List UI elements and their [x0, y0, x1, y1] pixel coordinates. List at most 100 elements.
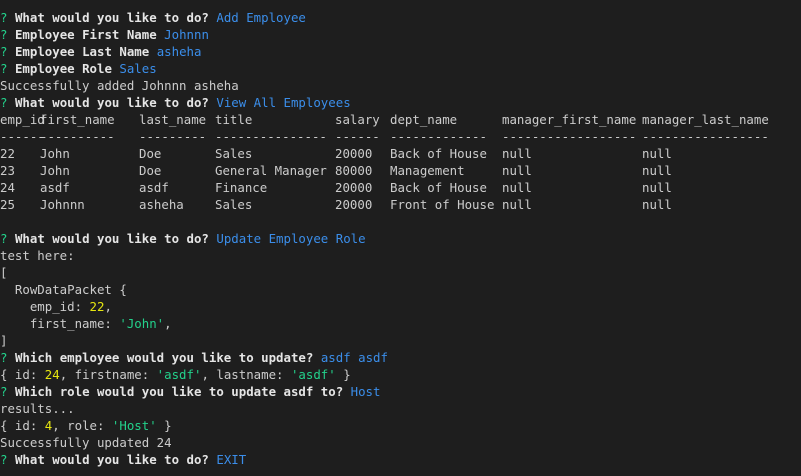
prompt-line-role: ? Employee Role Sales [0, 60, 801, 77]
table-cell: John [40, 146, 70, 161]
object-close: } [156, 418, 172, 433]
table-header-cell: title [215, 112, 253, 127]
table-cell: General Manager [215, 163, 327, 178]
table-row: 24 asdf asdf Finance 20000 Back of House… [0, 179, 801, 196]
object-key: emp_id: [0, 299, 90, 314]
object-number: 22 [89, 299, 105, 314]
prompt-marker: ? [0, 452, 8, 467]
object-key: , lastname: [201, 367, 291, 382]
table-cell: 23 [0, 163, 15, 178]
log-line: results... [0, 401, 75, 416]
success-message: Successfully added Johnnn asheha [0, 78, 239, 93]
table-cell: 80000 [335, 163, 373, 178]
object-close: } [335, 367, 351, 382]
object-string: 'Host' [111, 418, 157, 433]
prompt-answer: Update Employee Role [216, 231, 366, 246]
table-cell: 20000 [335, 146, 373, 161]
table-cell: 24 [0, 180, 15, 195]
prompt-marker: ? [0, 95, 8, 110]
object-key: { id: [0, 418, 45, 433]
object-key: , role: [52, 418, 112, 433]
table-separator: ------ [335, 129, 380, 144]
table-cell: asdf [40, 180, 70, 195]
prompt-text: What would you like to do? [14, 95, 209, 110]
table-row: 25 Johnnn asheha Sales 20000 Front of Ho… [0, 196, 801, 213]
table-cell: null [642, 180, 672, 195]
prompt-line-action: ? What would you like to do? View All Em… [0, 94, 801, 111]
table-cell: null [502, 197, 532, 212]
prompt-text: What would you like to do? [14, 10, 209, 25]
prompt-text: What would you like to do? [14, 452, 209, 467]
prompt-answer: EXIT [216, 452, 247, 467]
prompt-answer: Host [350, 384, 381, 399]
table-separator: ------------- [390, 129, 487, 144]
log-line: emp_id: 22, [0, 299, 112, 314]
table-cell: 20000 [335, 197, 373, 212]
log-line: [ [0, 265, 8, 280]
prompt-answer: Sales [119, 61, 157, 76]
object-string: 'asdf' [156, 367, 202, 382]
prompt-line-employee: ? Which employee would you like to updat… [0, 349, 801, 366]
table-cell: 25 [0, 197, 15, 212]
log-line: first_name: 'John', [0, 316, 172, 331]
log-line: RowDataPacket { [0, 282, 127, 297]
prompt-line-last-name: ? Employee Last Name asheha [0, 43, 801, 60]
log-line: ] [0, 333, 8, 348]
table-separator: ------ [0, 129, 45, 144]
prompt-answer: asheha [156, 44, 202, 59]
object-string: 'asdf' [290, 367, 336, 382]
table-header-cell: emp_id [0, 112, 45, 127]
table-cell: Doe [139, 163, 162, 178]
table-header-cell: dept_name [390, 112, 458, 127]
object-key: first_name: [0, 316, 120, 331]
table-separator: ----------------- [642, 129, 769, 144]
table-cell: null [642, 163, 672, 178]
prompt-line-first-name: ? Employee First Name Johnnn [0, 26, 801, 43]
table-header-cell: manager_first_name [502, 112, 637, 127]
log-line: { id: 24, firstname: 'asdf', lastname: '… [0, 366, 801, 383]
table-cell: Back of House [390, 180, 487, 195]
table-cell: Johnnn [40, 197, 85, 212]
table-cell: John [40, 163, 70, 178]
table-row: 22 John Doe Sales 20000 Back of House nu… [0, 145, 801, 162]
table-cell: Management [390, 163, 465, 178]
table-header-cell: manager_last_name [642, 112, 769, 127]
prompt-text: Which role would you like to update asdf… [14, 384, 344, 399]
success-message: Successfully updated 24 [0, 435, 172, 450]
prompt-marker: ? [0, 44, 8, 59]
table-cell: Sales [215, 197, 253, 212]
table-cell: null [642, 146, 672, 161]
table-cell: null [502, 180, 532, 195]
prompt-text: Which employee would you like to update? [14, 350, 314, 365]
table-cell: 22 [0, 146, 15, 161]
table-cell: 20000 [335, 180, 373, 195]
table-header-cell: salary [335, 112, 380, 127]
table-separator: ------------------ [502, 129, 637, 144]
log-line: test here: [0, 248, 75, 263]
prompt-marker: ? [0, 27, 8, 42]
prompt-text: Employee Last Name [14, 44, 150, 59]
log-line: { id: 4, role: 'Host' } [0, 417, 801, 434]
table-cell: Doe [139, 146, 162, 161]
prompt-marker: ? [0, 10, 8, 25]
table-cell: null [642, 197, 672, 212]
table-cell: Finance [215, 180, 268, 195]
object-string: 'John' [119, 316, 165, 331]
table-header-cell: last_name [139, 112, 207, 127]
prompt-text: Employee First Name [14, 27, 157, 42]
prompt-marker: ? [0, 350, 8, 365]
object-key: , firstname: [59, 367, 157, 382]
prompt-answer: Add Employee [216, 10, 306, 25]
table-row: 23 John Doe General Manager 80000 Manage… [0, 162, 801, 179]
prompt-line-role-update: ? Which role would you like to update as… [0, 383, 801, 400]
terminal-output[interactable]: ? What would you like to do? Add Employe… [0, 9, 801, 468]
table-header-row: emp_id first_name last_name title salary… [0, 111, 801, 128]
prompt-answer: asdf asdf [320, 350, 388, 365]
table-cell: null [502, 163, 532, 178]
object-key: { id: [0, 367, 45, 382]
prompt-line-action: ? What would you like to do? Update Empl… [0, 230, 801, 247]
prompt-marker: ? [0, 231, 8, 246]
prompt-answer: Johnnn [164, 27, 209, 42]
prompt-line-action: ? What would you like to do? EXIT [0, 451, 801, 468]
